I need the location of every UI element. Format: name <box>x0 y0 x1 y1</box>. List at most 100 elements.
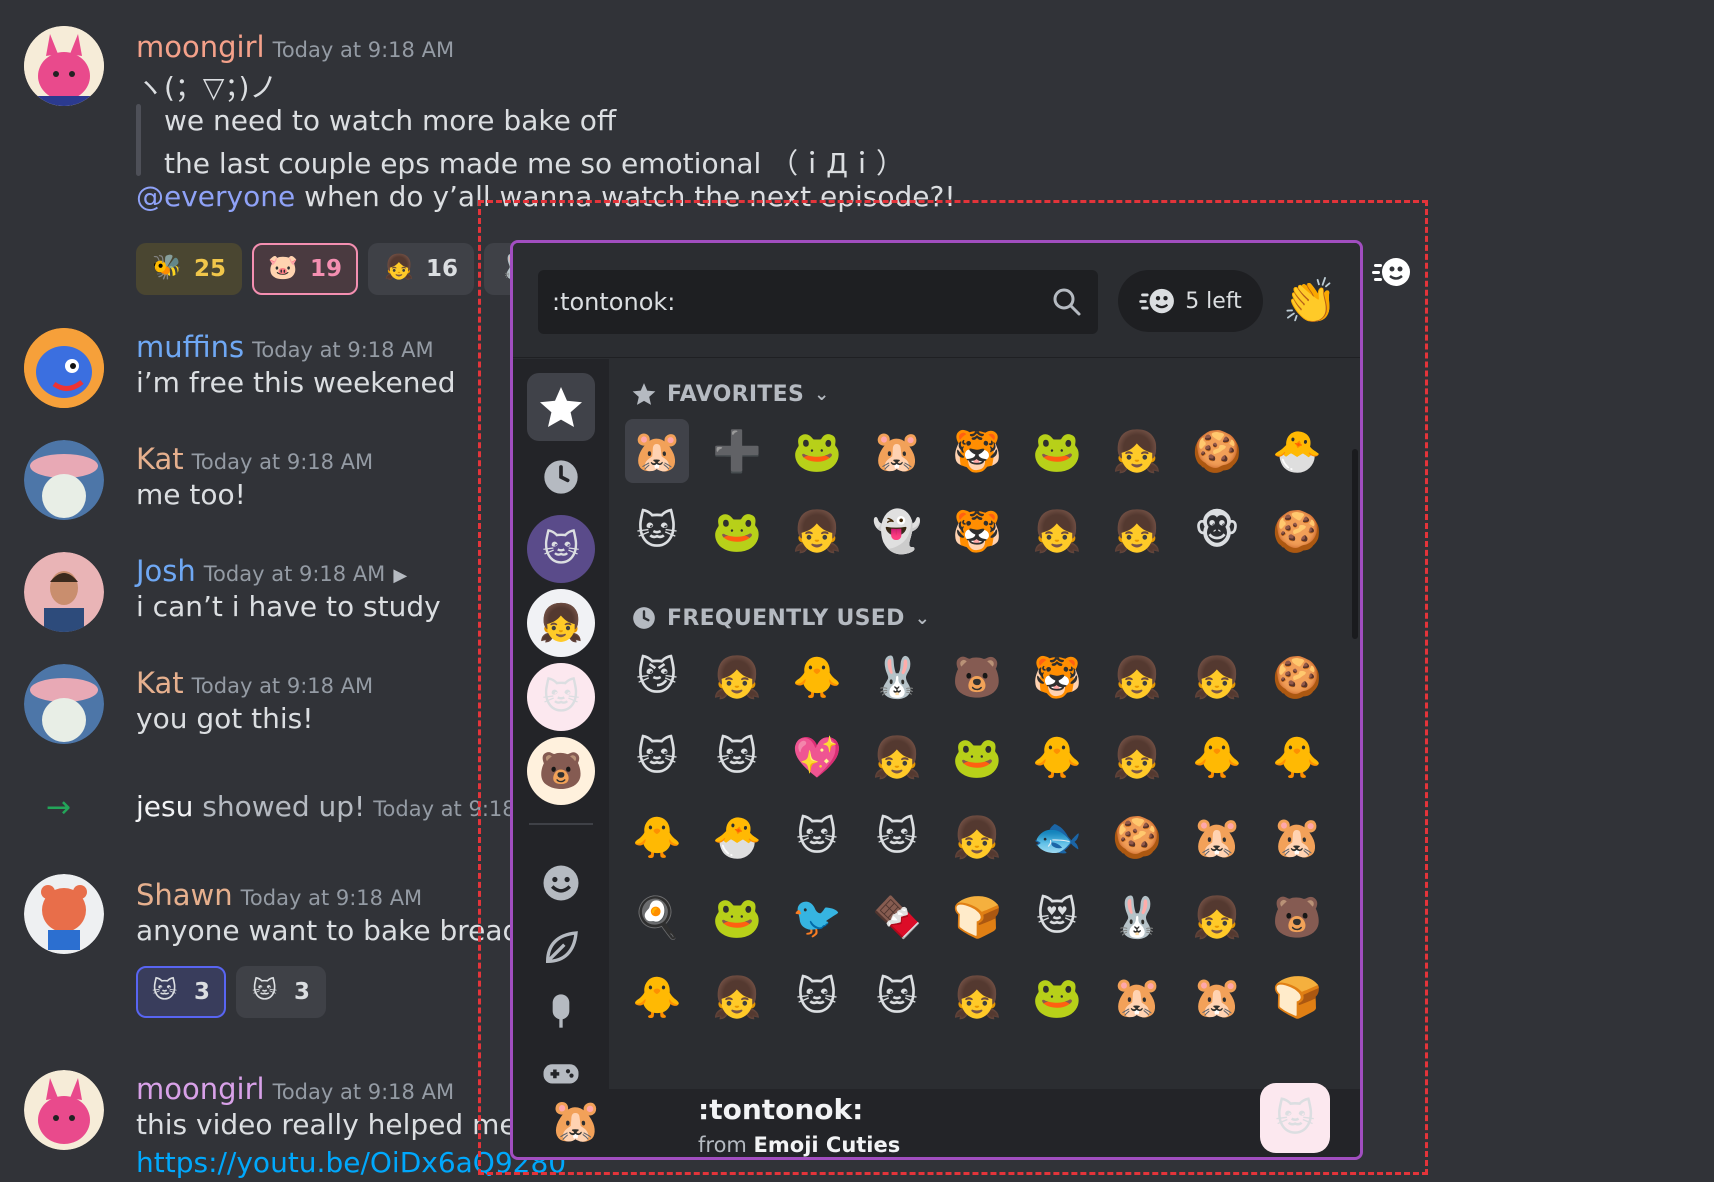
skin-tone-selector[interactable]: 👏 <box>1281 273 1339 331</box>
emoji[interactable]: 🐱 <box>785 965 849 1029</box>
reaction[interactable]: 🐷 19 <box>252 243 359 295</box>
emoji[interactable]: 🍞 <box>945 885 1009 949</box>
emoji[interactable]: 🍪 <box>1265 499 1329 563</box>
username[interactable]: Kat <box>136 442 184 476</box>
emoji[interactable]: 🐰 <box>865 645 929 709</box>
emoji[interactable]: 🐱 <box>865 805 929 869</box>
avatar[interactable] <box>24 1070 104 1150</box>
server-icon[interactable]: 🐱 <box>527 663 595 731</box>
mention[interactable]: @everyone <box>136 180 295 213</box>
emoji[interactable]: 🍫 <box>865 885 929 949</box>
section-header-frequently-used[interactable]: FREQUENTLY USED ⌄ <box>631 605 930 631</box>
nature-category[interactable] <box>527 914 595 982</box>
emoji[interactable]: 👧 <box>1105 645 1169 709</box>
avatar[interactable] <box>24 874 104 954</box>
recent-category[interactable] <box>527 443 595 511</box>
username[interactable]: Shawn <box>136 878 233 912</box>
favorites-category[interactable] <box>527 373 595 441</box>
emoji[interactable]: 👧 <box>865 725 929 789</box>
scrollbar[interactable] <box>1352 449 1358 639</box>
server-icon[interactable]: 🐱 <box>527 515 595 583</box>
people-category[interactable] <box>527 849 595 917</box>
emoji[interactable]: 🐥 <box>625 805 689 869</box>
emoji[interactable]: 👧 <box>945 805 1009 869</box>
username[interactable]: muffins <box>136 330 244 364</box>
emoji[interactable]: 🐯 <box>945 419 1009 483</box>
search-icon[interactable] <box>1052 287 1082 317</box>
emoji[interactable]: 👧 <box>705 645 769 709</box>
emoji[interactable]: 🐱 <box>625 499 689 563</box>
emoji[interactable]: 👧 <box>945 965 1009 1029</box>
emoji[interactable]: 🍪 <box>1185 419 1249 483</box>
username[interactable]: Kat <box>136 666 184 700</box>
emoji[interactable]: 🐵 <box>1185 499 1249 563</box>
emoji[interactable]: 👧 <box>785 499 849 563</box>
emoji[interactable]: 🐱 <box>705 725 769 789</box>
username[interactable]: moongirl <box>136 30 265 64</box>
reaction[interactable]: 👧 16 <box>368 243 475 295</box>
emoji[interactable]: 🍪 <box>1105 805 1169 869</box>
emoji[interactable]: 🐥 <box>1185 725 1249 789</box>
emoji[interactable]: 💖 <box>785 725 849 789</box>
emoji[interactable]: ➕ <box>705 419 769 483</box>
search-input[interactable] <box>552 270 1032 334</box>
preview-server-icon[interactable]: 🐱 <box>1260 1083 1330 1153</box>
emoji[interactable]: 🐻 <box>945 645 1009 709</box>
emoji[interactable]: 🐱 <box>625 725 689 789</box>
emoji[interactable]: 👧 <box>1105 419 1169 483</box>
emoji[interactable]: 🐹 <box>1105 965 1169 1029</box>
emoji[interactable]: 🐹 <box>1185 805 1249 869</box>
emoji[interactable]: 🐯 <box>945 499 1009 563</box>
emoji[interactable]: 🐸 <box>785 419 849 483</box>
emoji[interactable]: 🐸 <box>705 499 769 563</box>
emoji[interactable]: 🍳 <box>625 885 689 949</box>
emoji[interactable]: 🐣 <box>1265 419 1329 483</box>
food-category[interactable] <box>527 977 595 1045</box>
avatar[interactable] <box>24 26 104 106</box>
emoji[interactable]: 🐻 <box>1265 885 1329 949</box>
reaction[interactable]: 🐝 25 <box>136 243 243 295</box>
emoji[interactable]: 🐸 <box>705 885 769 949</box>
emoji[interactable]: 🐥 <box>625 965 689 1029</box>
username[interactable]: moongirl <box>136 1072 265 1106</box>
emoji[interactable]: 🐯 <box>1025 645 1089 709</box>
emoji[interactable]: 🐟 <box>1025 805 1089 869</box>
emoji[interactable]: 🐥 <box>1025 725 1089 789</box>
emoji[interactable]: 😼 <box>625 645 689 709</box>
emoji[interactable]: 🍪 <box>1265 645 1329 709</box>
emoji[interactable]: 🐸 <box>1025 419 1089 483</box>
emoji[interactable]: 🐣 <box>705 805 769 869</box>
username[interactable]: jesu <box>136 790 193 823</box>
emoji[interactable]: 🐦 <box>785 885 849 949</box>
emoji[interactable]: 🐸 <box>945 725 1009 789</box>
emoji[interactable]: 🐹 <box>1185 965 1249 1029</box>
username[interactable]: Josh <box>136 554 196 588</box>
emoji[interactable]: 👻 <box>865 499 929 563</box>
emoji[interactable]: 🐥 <box>785 645 849 709</box>
emoji[interactable]: 🐱 <box>865 965 929 1029</box>
server-icon[interactable]: 🐻 <box>527 737 595 805</box>
reaction[interactable]: 🐱 3 <box>136 966 227 1018</box>
server-icon[interactable]: 👧 <box>527 589 595 657</box>
emoji[interactable]: 👧 <box>1105 725 1169 789</box>
emoji[interactable]: 👧 <box>705 965 769 1029</box>
emoji[interactable]: 👧 <box>1105 499 1169 563</box>
avatar[interactable] <box>24 440 104 520</box>
emoji[interactable]: 🐱 <box>785 805 849 869</box>
avatar[interactable] <box>24 328 104 408</box>
reaction[interactable]: 🐱 3 <box>236 966 327 1018</box>
emoji[interactable]: 🐥 <box>1265 725 1329 789</box>
emoji[interactable]: 🐹 <box>1265 805 1329 869</box>
emoji[interactable]: 👧 <box>1025 499 1089 563</box>
emoji[interactable]: 😻 <box>1025 885 1089 949</box>
avatar[interactable] <box>24 552 104 632</box>
section-header-favorites[interactable]: FAVORITES ⌄ <box>631 381 829 407</box>
emoji-tontonok[interactable]: 🐹 <box>625 419 689 483</box>
emoji[interactable]: 🍞 <box>1265 965 1329 1029</box>
emoji[interactable]: 🐸 <box>1025 965 1089 1029</box>
avatar[interactable] <box>24 664 104 744</box>
super-reaction-icon[interactable] <box>1372 252 1412 292</box>
emoji[interactable]: 🐹 <box>865 419 929 483</box>
message-link[interactable]: https://youtu.be/OiDx6aQ9280 <box>136 1146 566 1179</box>
emoji[interactable]: 👧 <box>1185 645 1249 709</box>
